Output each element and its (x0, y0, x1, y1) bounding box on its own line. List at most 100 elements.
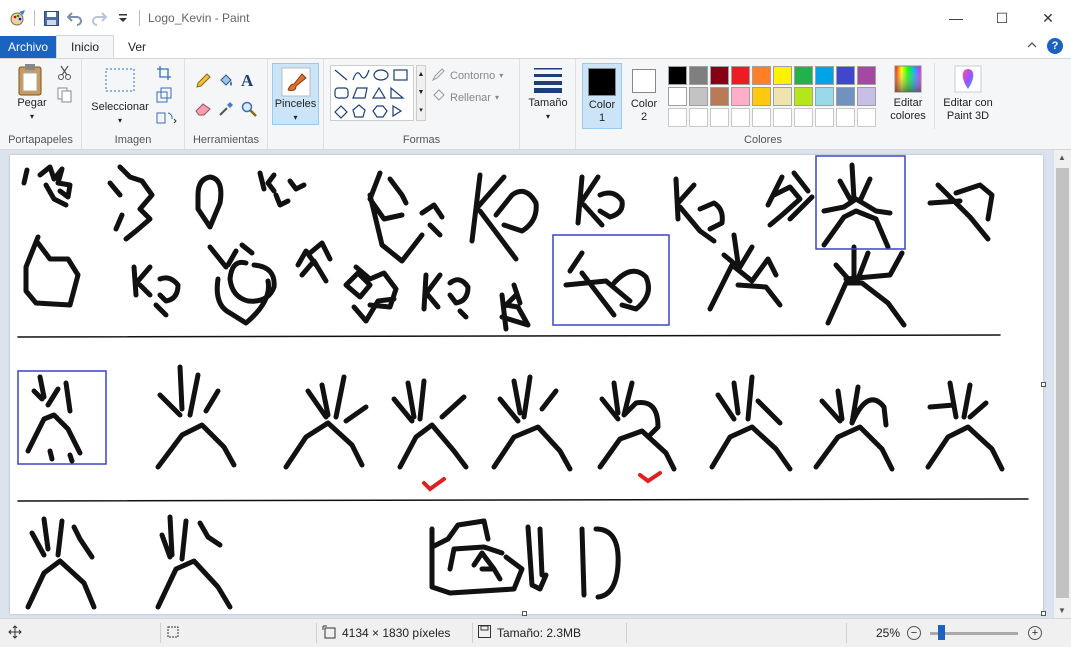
resize-icon[interactable] (156, 87, 172, 103)
zoom-slider-thumb[interactable] (938, 625, 945, 640)
undo-icon[interactable] (67, 10, 83, 26)
palette-swatch[interactable] (815, 66, 834, 85)
redo-icon[interactable] (91, 10, 107, 26)
palette-swatch[interactable] (773, 108, 792, 127)
palette-swatch[interactable] (731, 87, 750, 106)
pencil-icon[interactable] (195, 73, 211, 89)
palette-swatch[interactable] (689, 66, 708, 85)
paste-button[interactable]: Pegar ▾ (10, 63, 54, 123)
color1-button[interactable]: Color 1 (582, 63, 622, 129)
group-tools: A Herramientas (185, 59, 268, 149)
zoom-level: 25% (876, 626, 901, 640)
zoom-out-button[interactable]: − (907, 626, 921, 640)
chevron-down-icon: ▾ (117, 116, 122, 125)
resize-handle-corner[interactable] (1041, 611, 1046, 616)
rotate-icon[interactable] (156, 109, 177, 125)
chevron-down-icon: ▾ (29, 112, 34, 121)
shapes-gallery[interactable] (330, 65, 414, 121)
group-label: Colores (744, 134, 782, 146)
palette-swatch[interactable] (710, 66, 729, 85)
resize-handle-bottom[interactable] (522, 611, 527, 616)
palette-swatch[interactable] (731, 108, 750, 127)
paint-app-icon[interactable] (10, 10, 26, 26)
group-label: Imagen (114, 134, 152, 146)
zoom-in-button[interactable]: + (1028, 626, 1042, 640)
vertical-scrollbar[interactable]: ▲ ▼ (1054, 150, 1071, 618)
tab-view[interactable]: Ver (114, 36, 160, 58)
edit-with-paint3d-button[interactable]: Editar con Paint 3D (938, 65, 998, 123)
palette-swatch[interactable] (752, 66, 771, 85)
collapse-ribbon-icon[interactable] (1027, 39, 1037, 53)
palette-swatch[interactable] (668, 87, 687, 106)
separator (934, 63, 935, 129)
palette-swatch[interactable] (836, 87, 855, 106)
color-palette (667, 65, 877, 128)
palette-swatch[interactable] (689, 108, 708, 127)
text-tool-icon[interactable]: A (241, 71, 257, 90)
palette-swatch[interactable] (857, 87, 876, 106)
close-button[interactable]: ✕ (1025, 0, 1071, 36)
group-label: Herramientas (192, 134, 260, 146)
palette-swatch[interactable] (815, 87, 834, 106)
resize-handle-right[interactable] (1041, 382, 1046, 387)
color2-number: 2 (640, 111, 648, 123)
logo-sketches-drawing (17, 155, 1029, 610)
chevron-down-icon: ▾ (545, 112, 550, 121)
palette-swatch[interactable] (836, 66, 855, 85)
palette-swatch[interactable] (794, 87, 813, 106)
status-bar: 4134 × 1830 píxeles Tamaño: 2.3MB 25% − … (0, 618, 1071, 647)
palette-swatch[interactable] (857, 108, 876, 127)
color2-label: Color (630, 98, 658, 110)
fill-bucket-icon[interactable] (218, 73, 234, 89)
status-divider (626, 623, 627, 643)
palette-swatch[interactable] (731, 66, 750, 85)
disk-icon (478, 625, 491, 641)
palette-swatch[interactable] (773, 66, 792, 85)
save-icon[interactable] (43, 10, 59, 26)
crop-icon[interactable] (156, 65, 172, 81)
customize-toolbar-chevron-icon[interactable] (115, 10, 131, 26)
edit-colors-button[interactable]: Editar colores (886, 65, 930, 123)
tab-file[interactable]: Archivo (0, 36, 57, 58)
status-divider (160, 623, 161, 643)
palette-swatch[interactable] (668, 66, 687, 85)
scrollbar-thumb[interactable] (1056, 168, 1069, 598)
brushes-label: Pinceles (274, 98, 317, 110)
drawing-canvas[interactable] (10, 155, 1043, 614)
palette-swatch[interactable] (689, 87, 708, 106)
palette-swatch[interactable] (752, 87, 771, 106)
color2-button[interactable]: Color 2 (624, 63, 664, 129)
size-button[interactable]: Tamaño ▾ (524, 65, 572, 123)
copy-icon[interactable] (57, 87, 73, 103)
scroll-up-icon[interactable]: ▲ (1058, 153, 1066, 162)
tab-home[interactable]: Inicio (56, 35, 115, 58)
color-picker-icon[interactable] (218, 101, 234, 117)
help-icon[interactable]: ? (1047, 38, 1063, 54)
color-spectrum-icon (894, 65, 922, 93)
fill-button[interactable]: Rellenar ▾ (432, 89, 499, 106)
brushes-button[interactable]: Pinceles ▾ (272, 63, 319, 125)
palette-swatch[interactable] (794, 108, 813, 127)
palette-swatch[interactable] (773, 87, 792, 106)
maximize-button[interactable]: ☐ (979, 0, 1025, 36)
palette-swatch[interactable] (857, 66, 876, 85)
palette-swatch[interactable] (836, 108, 855, 127)
palette-swatch[interactable] (710, 87, 729, 106)
select-button[interactable]: Seleccionar ▾ (88, 67, 152, 127)
color1-label: Color (588, 99, 616, 111)
palette-swatch[interactable] (794, 66, 813, 85)
cut-icon[interactable] (57, 65, 73, 81)
palette-swatch[interactable] (710, 108, 729, 127)
shapes-scroll[interactable]: ▲ ▼ ▾ (416, 65, 426, 121)
separator (34, 10, 35, 26)
magnifier-icon[interactable] (241, 101, 257, 117)
palette-swatch[interactable] (752, 108, 771, 127)
outline-button[interactable]: Contorno ▾ (431, 67, 503, 84)
palette-swatch[interactable] (668, 108, 687, 127)
eraser-icon[interactable] (195, 101, 211, 117)
scroll-down-icon[interactable]: ▼ (1058, 606, 1066, 615)
group-shapes: ▲ ▼ ▾ Contorno ▾ Rellenar ▾ Formas (324, 59, 520, 149)
palette-swatch[interactable] (815, 108, 834, 127)
minimize-button[interactable]: — (933, 0, 979, 36)
paint3d-label-1: Editar con (943, 97, 993, 109)
